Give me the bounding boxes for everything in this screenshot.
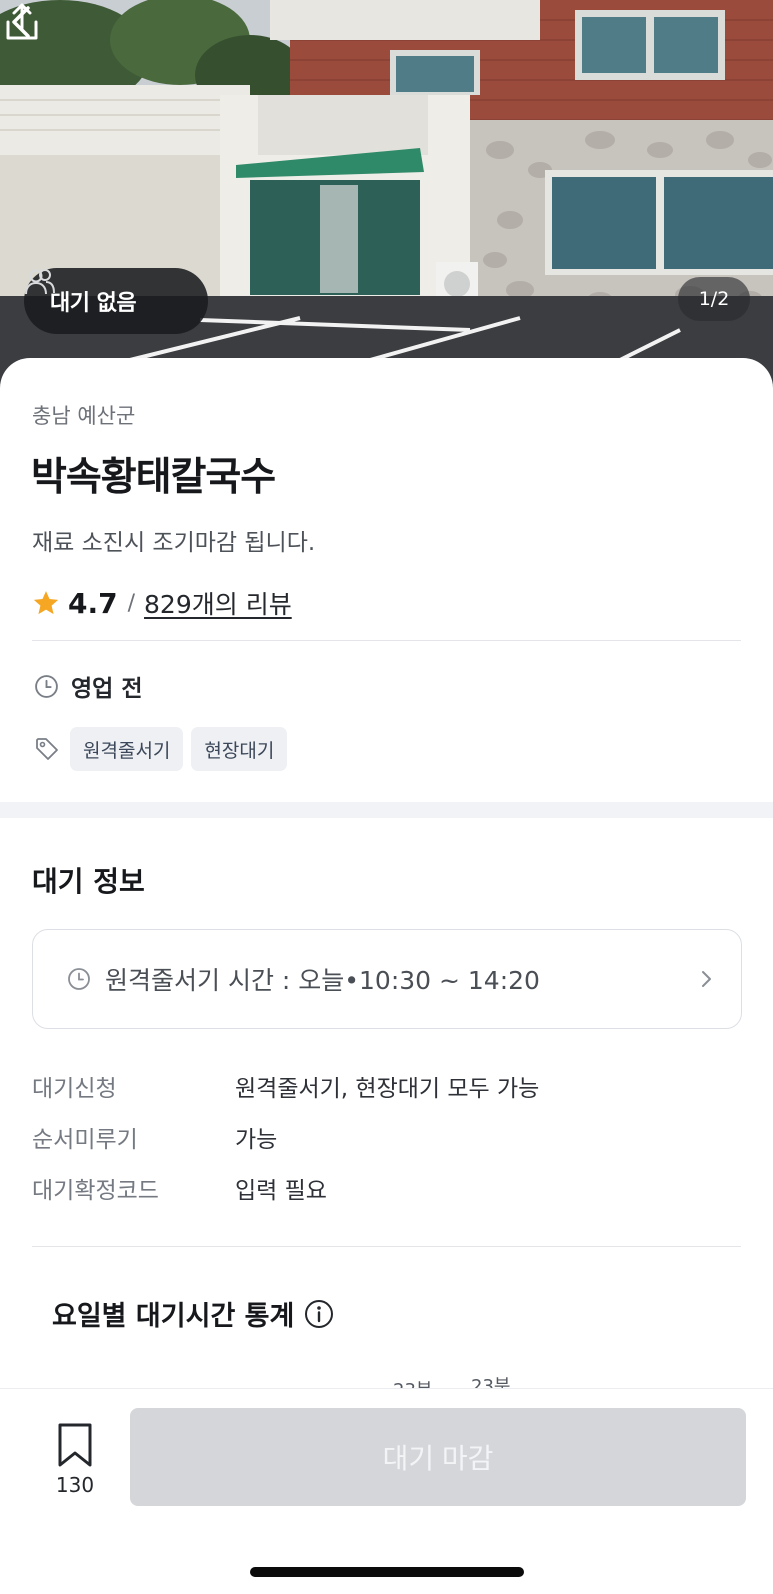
photo-counter: 1/2 xyxy=(678,277,750,321)
section-separator xyxy=(0,802,773,818)
store-photo[interactable]: 대기 없음 1/2 xyxy=(0,0,773,410)
waiting-info-table: 대기신청 원격줄서기, 현장대기 모두 가능 순서미루기 가능 대기확정코드 입… xyxy=(32,1060,732,1213)
share-icon[interactable] xyxy=(0,0,44,44)
info-row-confirm-code: 대기확정코드 입력 필요 xyxy=(32,1162,732,1213)
stats-title-text: 요일별 대기시간 통계 xyxy=(52,1301,295,1332)
star-icon xyxy=(33,591,59,615)
store-photo-image xyxy=(0,0,773,410)
info-value: 가능 xyxy=(235,1126,278,1153)
waiting-info-title: 대기 정보 xyxy=(32,865,145,898)
clock-icon xyxy=(35,674,58,698)
waiting-closed-button[interactable]: 대기 마감 xyxy=(130,1408,746,1506)
store-notice: 재료 소진시 조기마감 됩니다. xyxy=(32,530,316,556)
info-label: 대기확정코드 xyxy=(32,1177,159,1204)
tag-icon xyxy=(36,738,58,760)
remote-queue-hours-text: 원격줄서기 시간 : 오늘•10:30 ~ 14:20 xyxy=(105,966,540,995)
rating-row: 4.7 / 829개의 리뷰 xyxy=(32,586,292,620)
remote-queue-hours-card[interactable]: 원격줄서기 시간 : 오늘•10:30 ~ 14:20 xyxy=(32,929,742,1029)
business-status-text: 영업 전 xyxy=(71,676,143,702)
wait-status-badge: 대기 없음 xyxy=(24,268,208,334)
bookmark-icon xyxy=(58,1423,92,1467)
store-name: 박속황태칼국수 xyxy=(31,455,276,500)
info-row-postpone: 순서미루기 가능 xyxy=(32,1111,732,1162)
info-row-apply: 대기신청 원격줄서기, 현장대기 모두 가능 xyxy=(32,1060,732,1111)
people-icon xyxy=(25,269,55,295)
rating-separator: / xyxy=(127,590,136,616)
info-value: 입력 필요 xyxy=(235,1177,327,1204)
review-link[interactable]: 829개의 리뷰 xyxy=(144,585,292,621)
divider xyxy=(32,640,741,641)
rating-value: 4.7 xyxy=(68,586,118,620)
tag-remote-queue: 원격줄서기 xyxy=(70,727,184,771)
tag-onsite-wait: 현장대기 xyxy=(191,727,288,771)
business-status: 영업 전 xyxy=(34,670,143,702)
divider xyxy=(32,1246,741,1247)
info-label: 대기신청 xyxy=(32,1075,117,1102)
info-icon[interactable] xyxy=(304,1299,334,1329)
weekday-wait-stats-title: 요일별 대기시간 통계 xyxy=(52,1294,334,1333)
home-indicator xyxy=(250,1567,524,1577)
bookmark-count: 130 xyxy=(55,1473,95,1497)
info-value: 원격줄서기, 현장대기 모두 가능 xyxy=(235,1075,540,1102)
store-region: 충남 예산군 xyxy=(32,404,136,428)
chevron-right-icon xyxy=(702,971,711,987)
clock-icon xyxy=(68,968,90,990)
bookmark-button[interactable]: 130 xyxy=(50,1422,100,1497)
info-label: 순서미루기 xyxy=(32,1126,138,1153)
service-tags: 원격줄서기 현장대기 xyxy=(34,727,295,771)
wait-status-text: 대기 없음 xyxy=(50,291,137,316)
